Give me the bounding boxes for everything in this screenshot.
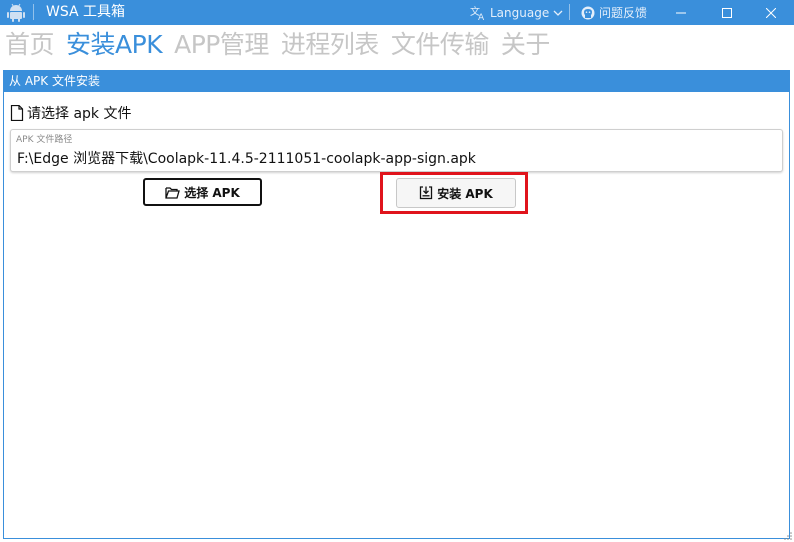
maximize-icon [722, 7, 732, 18]
github-icon [581, 6, 595, 19]
tab-install-apk[interactable]: 安装APK [66, 29, 163, 63]
close-icon [766, 7, 776, 18]
title-separator [569, 4, 570, 20]
svg-text:A: A [478, 13, 485, 21]
apk-path-field[interactable]: APK 文件路径 F:\Edge 浏览器下载\Coolapk-11.4.5-21… [10, 129, 783, 172]
chevron-down-icon [553, 10, 563, 16]
install-apk-button[interactable]: 安装 APK [396, 178, 516, 208]
choose-apk-title: 请选择 apk 文件 [27, 106, 132, 122]
window-title: WSA 工具箱 [46, 4, 126, 20]
close-button[interactable] [748, 0, 794, 25]
tab-file-transfer[interactable]: 文件传输 [391, 29, 490, 63]
tab-about[interactable]: 关于 [501, 29, 551, 63]
install-icon [420, 186, 433, 200]
resize-grip-icon[interactable] [784, 532, 792, 540]
title-separator [33, 4, 34, 20]
main-nav: 首页 安装APK APP管理 进程列表 文件传输 关于 [5, 29, 550, 63]
android-icon [7, 3, 25, 22]
tab-process-list[interactable]: 进程列表 [281, 29, 380, 63]
folder-open-icon [165, 186, 181, 199]
minimize-icon [676, 12, 686, 13]
feedback-label: 问题反馈 [599, 6, 648, 20]
translate-icon: 文 A [470, 5, 485, 21]
choose-apk-heading: 请选择 apk 文件 [10, 103, 131, 123]
title-bar: WSA 工具箱 文 A Language 问题反馈 [0, 0, 794, 25]
tab-home[interactable]: 首页 [5, 29, 55, 63]
language-label: Language [490, 5, 550, 20]
minimize-button[interactable] [658, 0, 704, 25]
apk-path-label: APK 文件路径 [16, 135, 73, 145]
apk-path-value[interactable]: F:\Edge 浏览器下载\Coolapk-11.4.5-2111051-coo… [17, 148, 476, 168]
install-from-apk-panel: 从 APK 文件安装 请选择 apk 文件 APK 文件路径 F:\Edge 浏… [3, 70, 790, 539]
install-apk-button-label: 安装 APK [437, 186, 493, 201]
choose-apk-button-label: 选择 APK [184, 185, 240, 200]
feedback-link[interactable]: 问题反馈 [581, 3, 647, 22]
maximize-button[interactable] [704, 0, 750, 25]
language-selector[interactable]: 文 A Language [470, 3, 563, 22]
choose-apk-button[interactable]: 选择 APK [143, 178, 262, 206]
tab-app-management[interactable]: APP管理 [174, 29, 269, 63]
panel-header: 从 APK 文件安装 [4, 71, 789, 92]
file-icon [10, 105, 24, 121]
